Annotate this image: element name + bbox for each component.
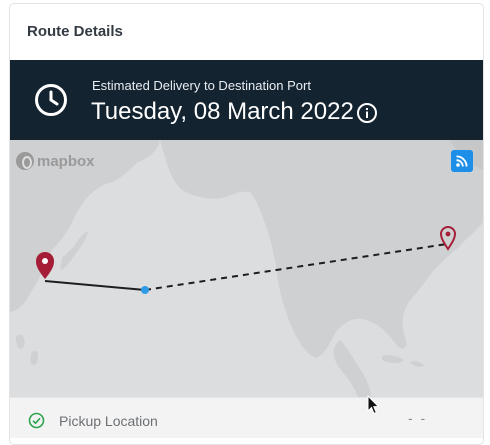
route-details-card: Route Details Estimated Delivery to Dest… [9, 3, 484, 445]
delivery-estimate-banner: Estimated Delivery to Destination Port T… [10, 60, 483, 140]
info-icon[interactable] [356, 102, 378, 124]
delivery-date: Tuesday, 08 March 2022 [91, 98, 354, 125]
check-circle-icon [28, 412, 45, 429]
mouse-cursor-icon [367, 395, 380, 415]
rss-icon[interactable] [451, 150, 473, 172]
route-map[interactable]: mapbox [10, 140, 483, 397]
card-title: Route Details [27, 23, 123, 40]
current-position-marker[interactable] [141, 286, 149, 294]
pickup-location-row[interactable]: Pickup Location - - [10, 397, 483, 438]
pickup-location-label: Pickup Location [59, 413, 158, 429]
delivery-subtitle: Estimated Delivery to Destination Port [92, 78, 311, 93]
map-canvas [10, 140, 483, 397]
clock-icon [35, 84, 67, 116]
mapbox-wordmark: mapbox [37, 152, 95, 170]
mapbox-icon [16, 152, 34, 170]
mapbox-logo[interactable]: mapbox [16, 152, 95, 170]
pickup-location-value: - - [408, 410, 428, 426]
